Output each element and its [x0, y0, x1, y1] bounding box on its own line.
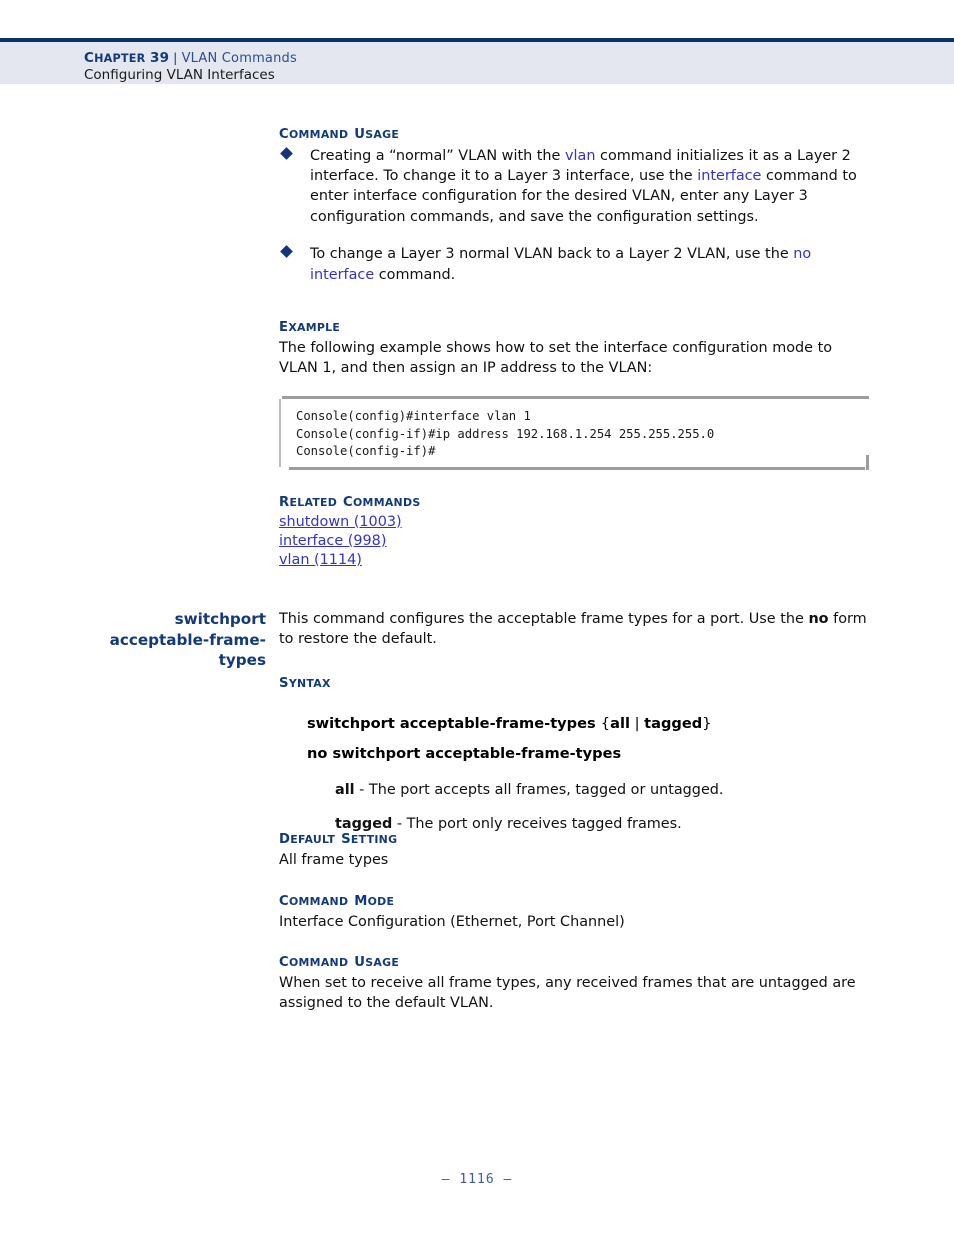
default-setting-text: All frame types — [279, 851, 389, 868]
example-description: The following example shows how to set t… — [279, 339, 833, 376]
command-description: This command configures the acceptable f… — [279, 609, 871, 650]
command-title-line-3: types — [218, 651, 266, 670]
param-description: - The port accepts all frames, tagged or… — [354, 781, 724, 798]
related-command-link-interface[interactable]: interface (998) — [279, 532, 871, 551]
bullet-text-part2: command. — [374, 266, 456, 283]
heading-command-mode: COMMAND MODE — [279, 890, 871, 911]
bullet-text: To change a Layer 3 normal VLAN back to … — [310, 244, 871, 285]
heading-rest: EFAULT — [290, 833, 336, 846]
syntax-brace-open: { — [600, 714, 611, 732]
heading-char: R — [279, 495, 290, 510]
syntax-option-all: all — [610, 714, 630, 732]
heading-char2: S — [341, 832, 351, 847]
syntax-command: switchport acceptable-frame-types — [307, 714, 601, 732]
console-output: Console(config)#interface vlan 1 Console… — [296, 409, 715, 458]
code-block-inner: Console(config)#interface vlan 1 Console… — [279, 399, 869, 467]
bullet-text-part1: Creating a “normal” VLAN with the — [310, 147, 565, 164]
section-related-commands: RELATED COMMANDS shutdown (1003) interfa… — [279, 491, 871, 570]
diamond-bullet-icon — [280, 245, 293, 258]
page-number: – 1116 – — [441, 1172, 513, 1187]
heading-char: C — [279, 127, 289, 142]
bullet-text-part1: To change a Layer 3 normal VLAN back to … — [310, 246, 794, 263]
inline-link-vlan[interactable]: vlan — [565, 148, 595, 164]
syntax-line-no-form: no switchport acceptable-frame-types — [307, 744, 622, 762]
syntax-line-primary: switchport acceptable-frame-types {all |… — [279, 714, 871, 734]
heading-char2: C — [343, 495, 353, 510]
heading-rest: YNTAX — [288, 677, 331, 690]
heading-rest: OMMAND — [288, 128, 349, 141]
heading-rest: OMMAND — [288, 895, 349, 908]
section-default-setting: DEFAULT SETTING All frame types — [279, 828, 871, 870]
heading-related-commands: RELATED COMMANDS — [279, 491, 871, 512]
heading-rest: XAMPLE — [288, 321, 341, 334]
syntax-option-tagged: tagged — [644, 714, 703, 732]
related-command-link-vlan[interactable]: vlan (1114) — [279, 551, 871, 570]
section-syntax: SYNTAX switchport acceptable-frame-types… — [279, 672, 871, 834]
page-content: COMMAND USAGE Creating a “normal” VLAN w… — [0, 0, 954, 1235]
heading-command-usage-2: COMMAND USAGE — [279, 951, 871, 972]
section-command-usage-switchport: COMMAND USAGE When set to receive all fr… — [279, 951, 871, 1013]
heading-rest2: ODE — [367, 895, 395, 908]
heading-rest2: SAGE — [365, 128, 400, 141]
diamond-bullet-icon — [280, 146, 293, 160]
command-description-no-keyword: no — [808, 611, 829, 627]
heading-command-usage: COMMAND USAGE — [279, 123, 871, 144]
heading-char: E — [279, 320, 289, 335]
section-example: EXAMPLE The following example shows how … — [279, 316, 871, 378]
section-command-mode: COMMAND MODE Interface Configuration (Et… — [279, 890, 871, 932]
param-name: all — [335, 781, 355, 798]
heading-rest2: SAGE — [365, 956, 400, 969]
heading-char2: M — [354, 894, 368, 909]
heading-example: EXAMPLE — [279, 316, 871, 337]
command-title-line-1: switchport — [174, 610, 266, 628]
param-item-all: all - The port accepts all frames, tagge… — [279, 780, 871, 800]
heading-rest2: OMMANDS — [353, 496, 421, 509]
heading-char: C — [279, 955, 289, 970]
command-title-margin: switchport acceptable-frame- types — [45, 609, 266, 671]
heading-default-setting: DEFAULT SETTING — [279, 828, 871, 849]
heading-char2: U — [354, 955, 366, 970]
code-block-bottom-rule — [289, 466, 865, 470]
heading-syntax: SYNTAX — [279, 672, 871, 693]
heading-rest: OMMAND — [288, 956, 349, 969]
command-usage-text: When set to receive all frame types, any… — [279, 974, 856, 1011]
bullet-text: Creating a “normal” VLAN with the vlan c… — [310, 146, 871, 228]
heading-rest: ELATED — [289, 496, 338, 509]
heading-rest2: ETTING — [350, 833, 398, 846]
related-command-link-shutdown[interactable]: shutdown (1003) — [279, 513, 871, 532]
syntax-pipe: | — [629, 714, 645, 732]
code-block-right-cap — [866, 454, 869, 470]
heading-char2: U — [354, 127, 366, 142]
heading-char: D — [279, 832, 291, 847]
list-item: To change a Layer 3 normal VLAN back to … — [279, 244, 871, 285]
syntax-brace-close: } — [702, 714, 712, 732]
inline-link-interface[interactable]: interface — [697, 168, 761, 184]
heading-char: C — [279, 894, 289, 909]
command-description-part1: This command configures the acceptable f… — [279, 611, 809, 627]
section-switchport-intro: This command configures the acceptable f… — [279, 609, 871, 650]
heading-char: S — [279, 676, 289, 691]
section-command-usage-vlan: COMMAND USAGE Creating a “normal” VLAN w… — [279, 123, 871, 285]
list-item: Creating a “normal” VLAN with the vlan c… — [279, 146, 871, 228]
code-block-bottom — [279, 454, 869, 475]
console-example-block: Console(config)#interface vlan 1 Console… — [279, 396, 869, 475]
command-title-line-2: acceptable-frame- — [109, 630, 266, 649]
command-mode-text: Interface Configuration (Ethernet, Port … — [279, 913, 625, 930]
